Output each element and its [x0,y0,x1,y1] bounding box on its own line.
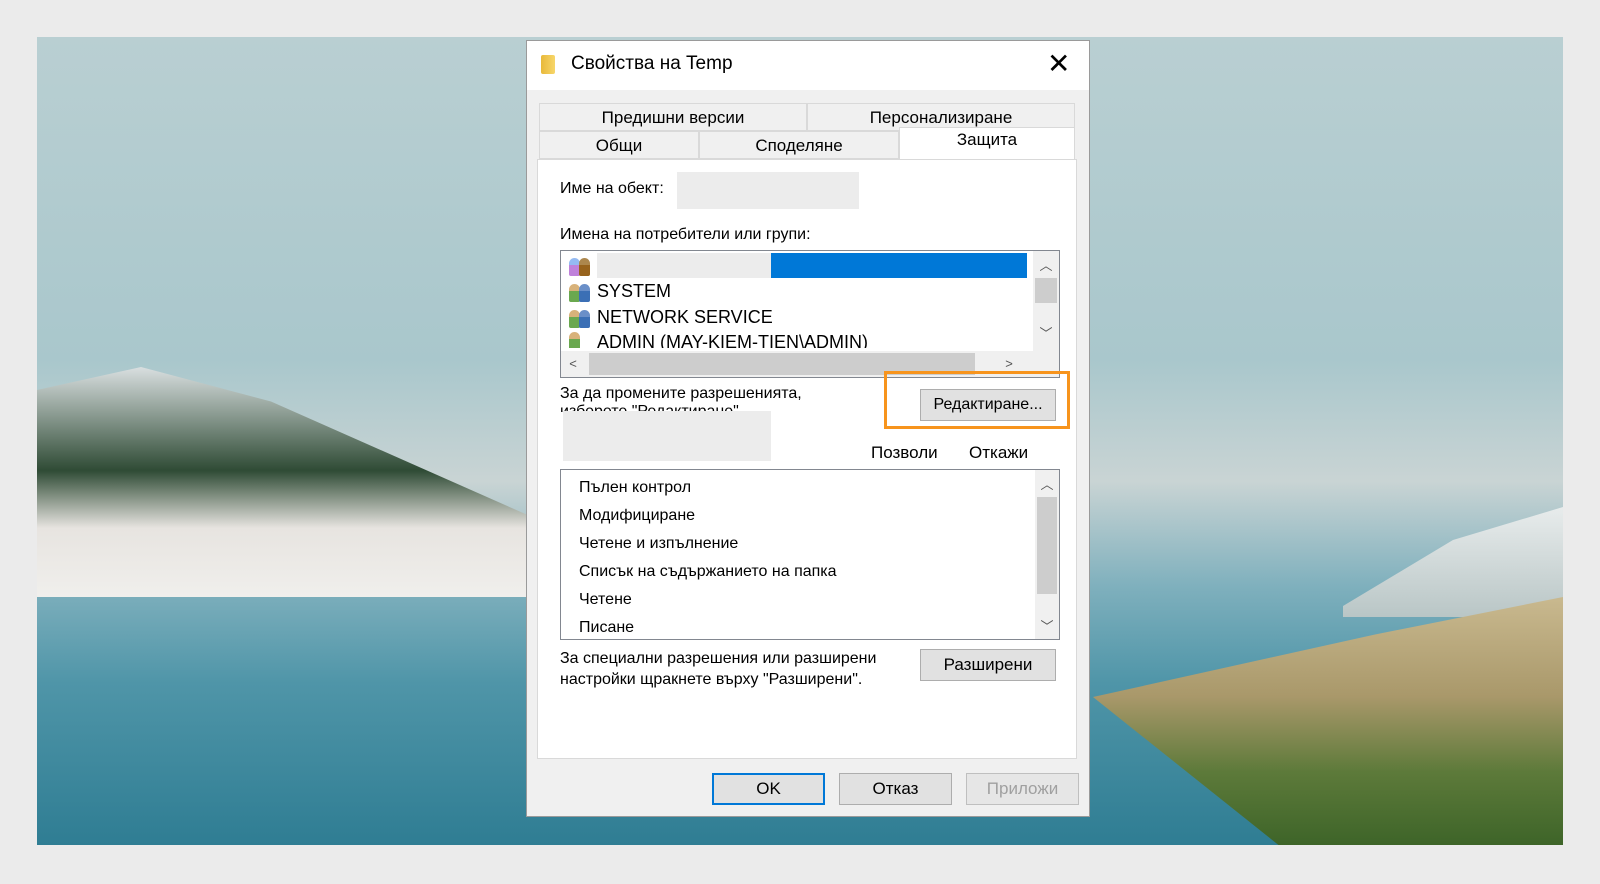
users-label: Имена на потребители или групи: [560,226,811,243]
permission-item: Писане [579,619,635,636]
vertical-scrollbar[interactable]: ︿ ﹀ [1035,470,1059,639]
selected-user-redacted [597,253,1027,278]
ok-button[interactable]: OK [712,773,825,805]
close-button[interactable]: ✕ [1047,47,1070,80]
folder-icon [541,55,555,74]
title-bar: Свойства на Temp ✕ [527,41,1089,90]
scroll-down-icon[interactable]: ﹀ [1035,616,1059,635]
tab-previous-versions[interactable]: Предишни версии [539,103,807,131]
change-hint: За да промените разрешенията, [560,385,802,402]
permission-item: Модифициране [579,507,696,524]
object-name-value-redacted [677,172,859,209]
tab-sharing[interactable]: Споделяне [699,131,899,159]
list-item-selected[interactable] [569,253,1027,278]
user-name: SYSTEM [597,281,672,301]
permission-item: Четене [579,591,632,608]
vertical-scrollbar[interactable]: ︿ ﹀ [1033,251,1059,351]
wallpaper-hill [1343,507,1563,617]
scroll-left-icon[interactable]: < [565,356,581,371]
edit-button[interactable]: Редактиране... [920,389,1056,421]
tab-general[interactable]: Общи [539,131,699,159]
permissions-list: Пълен контрол Модифициране Четене и изпъ… [560,469,1060,640]
object-name-label: Име на обект: [560,180,664,197]
window-title: Свойства на Temp [571,53,733,74]
wallpaper-hill [37,367,557,597]
security-panel: Име на обект: Имена на потребители или г… [537,159,1077,759]
list-item[interactable]: NETWORK SERVICE [569,305,773,330]
cancel-button[interactable]: Отказ [839,773,952,805]
group-icon [569,256,593,276]
list-item[interactable]: ADMIN (MAY-KIEM-TIEN\ADMIN) [569,330,868,348]
scroll-right-icon[interactable]: > [1001,356,1017,371]
apply-button[interactable]: Приложи [966,773,1079,805]
deny-header: Откажи [969,443,1029,462]
advanced-hint: За специални разрешения или разширени [560,650,877,667]
user-name: ADMIN (MAY-KIEM-TIEN\ADMIN) [597,332,869,348]
scrollbar-thumb[interactable] [1035,278,1057,303]
user-name: NETWORK SERVICE [597,307,773,327]
allow-header: Позволи [871,443,938,462]
properties-dialog: Свойства на Temp ✕ Предишни версии Персо… [526,40,1090,817]
scroll-up-icon[interactable]: ︿ [1033,255,1059,274]
permission-item: Пълен контрол [579,479,692,496]
wallpaper-grass [1093,597,1563,845]
scrollbar-thumb[interactable] [1037,497,1057,594]
list-item[interactable]: SYSTEM [569,279,671,304]
permissions-for-redacted [563,411,771,461]
permission-item: Списък на съдържанието на папка [579,563,837,580]
group-icon [569,282,593,302]
scroll-down-icon[interactable]: ﹀ [1033,323,1059,342]
advanced-button[interactable]: Разширени [920,649,1056,681]
advanced-hint-2: настройки щракнете върху "Разширени". [560,671,863,688]
tab-security[interactable]: Защита [899,127,1075,159]
users-list[interactable]: SYSTEM NETWORK SERVICE ADMIN (MAY-KIEM-T… [560,250,1060,378]
group-icon [569,308,593,328]
permission-item: Четене и изпълнение [579,535,739,552]
user-icon [569,330,593,348]
scroll-up-icon[interactable]: ︿ [1035,474,1059,493]
